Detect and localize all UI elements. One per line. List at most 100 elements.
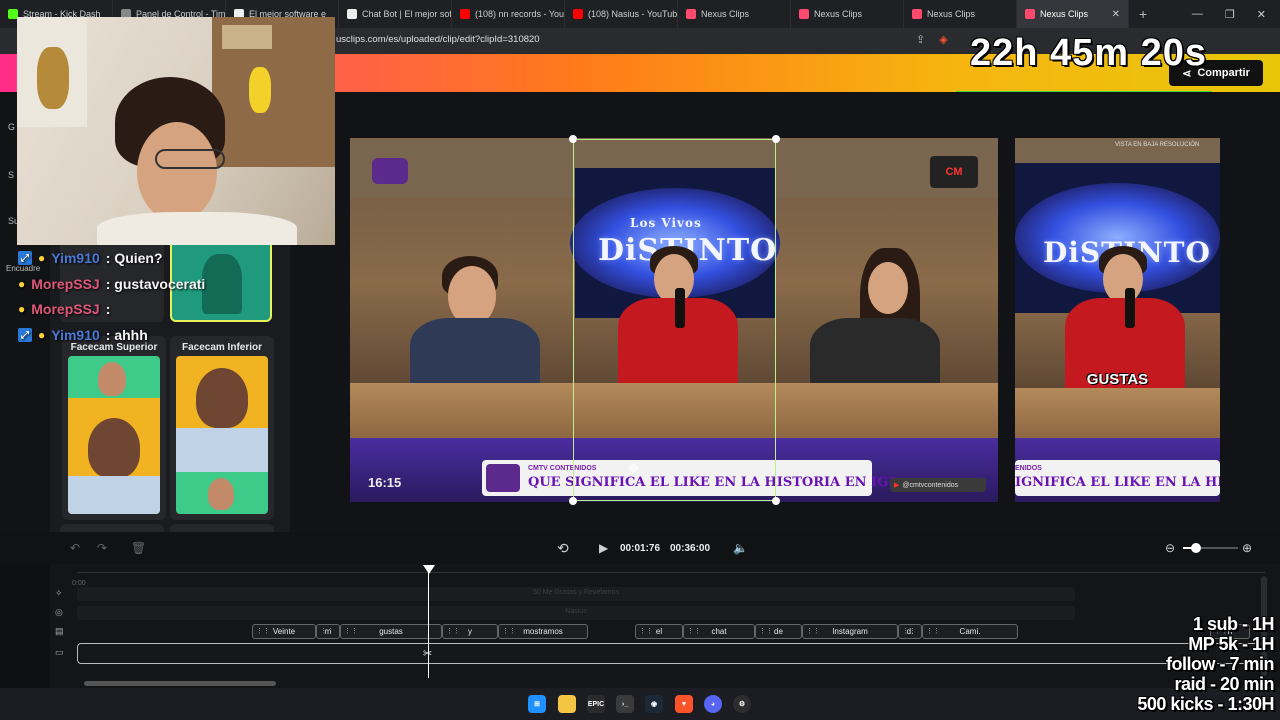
discord-icon[interactable]: ◕ [704, 695, 722, 713]
caption-word[interactable]: chat [683, 624, 755, 639]
browser-tab[interactable]: Nexus Clips [904, 0, 1017, 28]
steam-icon[interactable]: ◉ [645, 695, 663, 713]
tab-label: Nexus Clips [701, 9, 750, 19]
caption-word[interactable]: Veinte [252, 624, 316, 639]
track-title[interactable]: Nasius [77, 606, 1075, 620]
chat-message: ⤢ ● Yim910: Quien? [18, 247, 163, 269]
browser-tab[interactable]: (108) Nasius - YouTube [565, 0, 678, 28]
total-time: 00:36:00 [670, 543, 711, 554]
chat-message: ● MorepSSJ: gustavocerati [18, 276, 206, 292]
crop-handle-bottom-left[interactable] [569, 497, 577, 505]
windows-start-icon[interactable]: ⊞ [528, 695, 546, 713]
close-tab-icon[interactable]: ✕ [1112, 9, 1120, 20]
url-field[interactable]: usclips.com/es/uploaded/clip/edit?clipId… [336, 34, 540, 45]
minimize-icon[interactable]: — [1192, 8, 1203, 21]
volume-icon[interactable]: 🔈 [733, 541, 748, 555]
zoom-out-icon[interactable]: ⊖ [1165, 541, 1175, 555]
video-track[interactable] [77, 643, 1263, 664]
timeline-ruler[interactable] [77, 572, 1265, 573]
crop-handle-top-left[interactable] [569, 135, 577, 143]
brave-icon[interactable]: ▼ [675, 695, 693, 713]
playhead-handle[interactable] [423, 565, 435, 574]
drop-icon: ● [18, 302, 26, 316]
trash-icon[interactable]: 🗑 [131, 541, 146, 555]
terminal-icon[interactable]: ›_ [616, 695, 634, 713]
stream-timer: 22h 45m 20s [970, 32, 1208, 74]
playhead[interactable] [428, 566, 429, 678]
split-icon[interactable]: ✂ [423, 647, 432, 660]
crop-handle-bottom-right[interactable] [772, 497, 780, 505]
stream-goals: 1 sub - 1H MP 5k - 1H follow - 7 min rai… [1104, 614, 1274, 714]
layout-card-facecam-top[interactable]: Facecam Superior [62, 336, 166, 520]
drop-icon: ● [18, 277, 26, 291]
close-window-icon[interactable]: ✕ [1257, 8, 1266, 21]
browser-tab[interactable]: Chat Bot | El mejor soft [339, 0, 452, 28]
brave-shield-icon[interactable]: ◈ [939, 33, 947, 46]
crop-box[interactable] [573, 139, 776, 501]
caption-word[interactable]: d. [898, 624, 922, 639]
preview-watermark: VISTA EN BAJA RESOLUCIÓN [1115, 142, 1200, 148]
caption-word[interactable]: gustas [340, 624, 442, 639]
browser-tab[interactable]: Nexus Clips [791, 0, 904, 28]
share-page-icon[interactable]: ⇪ [916, 33, 925, 46]
nexus-clips-icon [799, 9, 809, 19]
goal-item: raid - 20 min [1174, 674, 1274, 694]
tab-label: Chat Bot | El mejor soft [362, 9, 452, 19]
preview-caption: GUSTAS [1086, 371, 1149, 388]
goal-item: MP 5k - 1H [1188, 634, 1274, 654]
goal-item: 500 kicks - 1:30H [1137, 694, 1274, 714]
goal-item: 1 sub - 1H [1192, 614, 1275, 634]
caption-word[interactable]: mostramos [498, 624, 588, 639]
video-row-icon: ▭ [55, 647, 64, 657]
replay-icon[interactable]: ⟲ [557, 540, 569, 557]
youtube-icon [573, 9, 583, 19]
file-explorer-icon[interactable] [558, 695, 576, 713]
maximize-icon[interactable]: ❐ [1225, 8, 1235, 21]
goal-item: follow - 7 min [1166, 654, 1275, 674]
crop-handle-top-right[interactable] [772, 135, 780, 143]
browser-tab[interactable]: Nexus Clips [678, 0, 791, 28]
caption-word[interactable]: Instagram [802, 624, 898, 639]
undo-icon[interactable]: ↶ [70, 541, 80, 555]
current-time: 00:01:76 [620, 543, 661, 554]
chat-message: ● MorepSSJ: [18, 301, 111, 317]
social-handle: ▶ @cmtvcontenidos [890, 478, 986, 492]
browser-tab-active[interactable]: Nexus Clips ✕ [1017, 0, 1129, 28]
zoom-in-icon[interactable]: ⊕ [1242, 541, 1252, 555]
caption-word[interactable]: Cami. [922, 624, 1018, 639]
layout-card-facecam-bottom[interactable]: Facecam Inferior [170, 336, 274, 520]
moderator-badge-icon: ⤢ [18, 328, 32, 342]
nexus-clips-icon [1025, 9, 1035, 19]
tab-label: Nexus Clips [1040, 9, 1089, 19]
youtube-icon [460, 9, 470, 19]
timeline-scrollbar[interactable] [84, 681, 276, 686]
nav-item[interactable]: S [8, 170, 14, 180]
epic-games-icon[interactable]: EPIC [587, 695, 605, 713]
redo-icon[interactable]: ↷ [97, 541, 107, 555]
new-tab-icon[interactable]: + [1129, 6, 1157, 22]
move-cursor-icon: ✥ [628, 461, 639, 476]
play-icon[interactable]: ▶ [599, 541, 608, 555]
layout-label: Facecam Inferior [181, 342, 263, 353]
nav-item[interactable]: G [8, 122, 15, 132]
tab-label: Nexus Clips [927, 9, 976, 19]
nexus-clips-icon [686, 9, 696, 19]
captions-row-icon: ▤ [55, 626, 64, 636]
settings-icon[interactable]: ⚙ [733, 695, 751, 713]
chatbot-icon [347, 9, 357, 19]
browser-tab[interactable]: (108) nn records - YouT [452, 0, 565, 28]
video-timestamp: 16:15 [368, 475, 402, 490]
track-overlay[interactable]: 50 Me Gustas y Revelamos [77, 587, 1075, 601]
preview-lower-third: ENIDOS IGNIFICA EL LIKE EN LA HIST [1015, 460, 1220, 496]
tab-label: Nexus Clips [814, 9, 863, 19]
youtube-icon: ▶ [894, 482, 900, 489]
tab-label: (108) Nasius - YouTube [588, 9, 678, 19]
streamer-webcam [17, 17, 335, 245]
caption-word[interactable]: de [755, 624, 802, 639]
caption-word[interactable]: el [635, 624, 683, 639]
corner-logo: CM [930, 156, 978, 188]
zoom-slider-knob[interactable] [1191, 543, 1201, 553]
caption-word[interactable]: m [316, 624, 340, 639]
caption-word[interactable]: y [442, 624, 498, 639]
effects-row-icon: ✧ [55, 588, 63, 598]
